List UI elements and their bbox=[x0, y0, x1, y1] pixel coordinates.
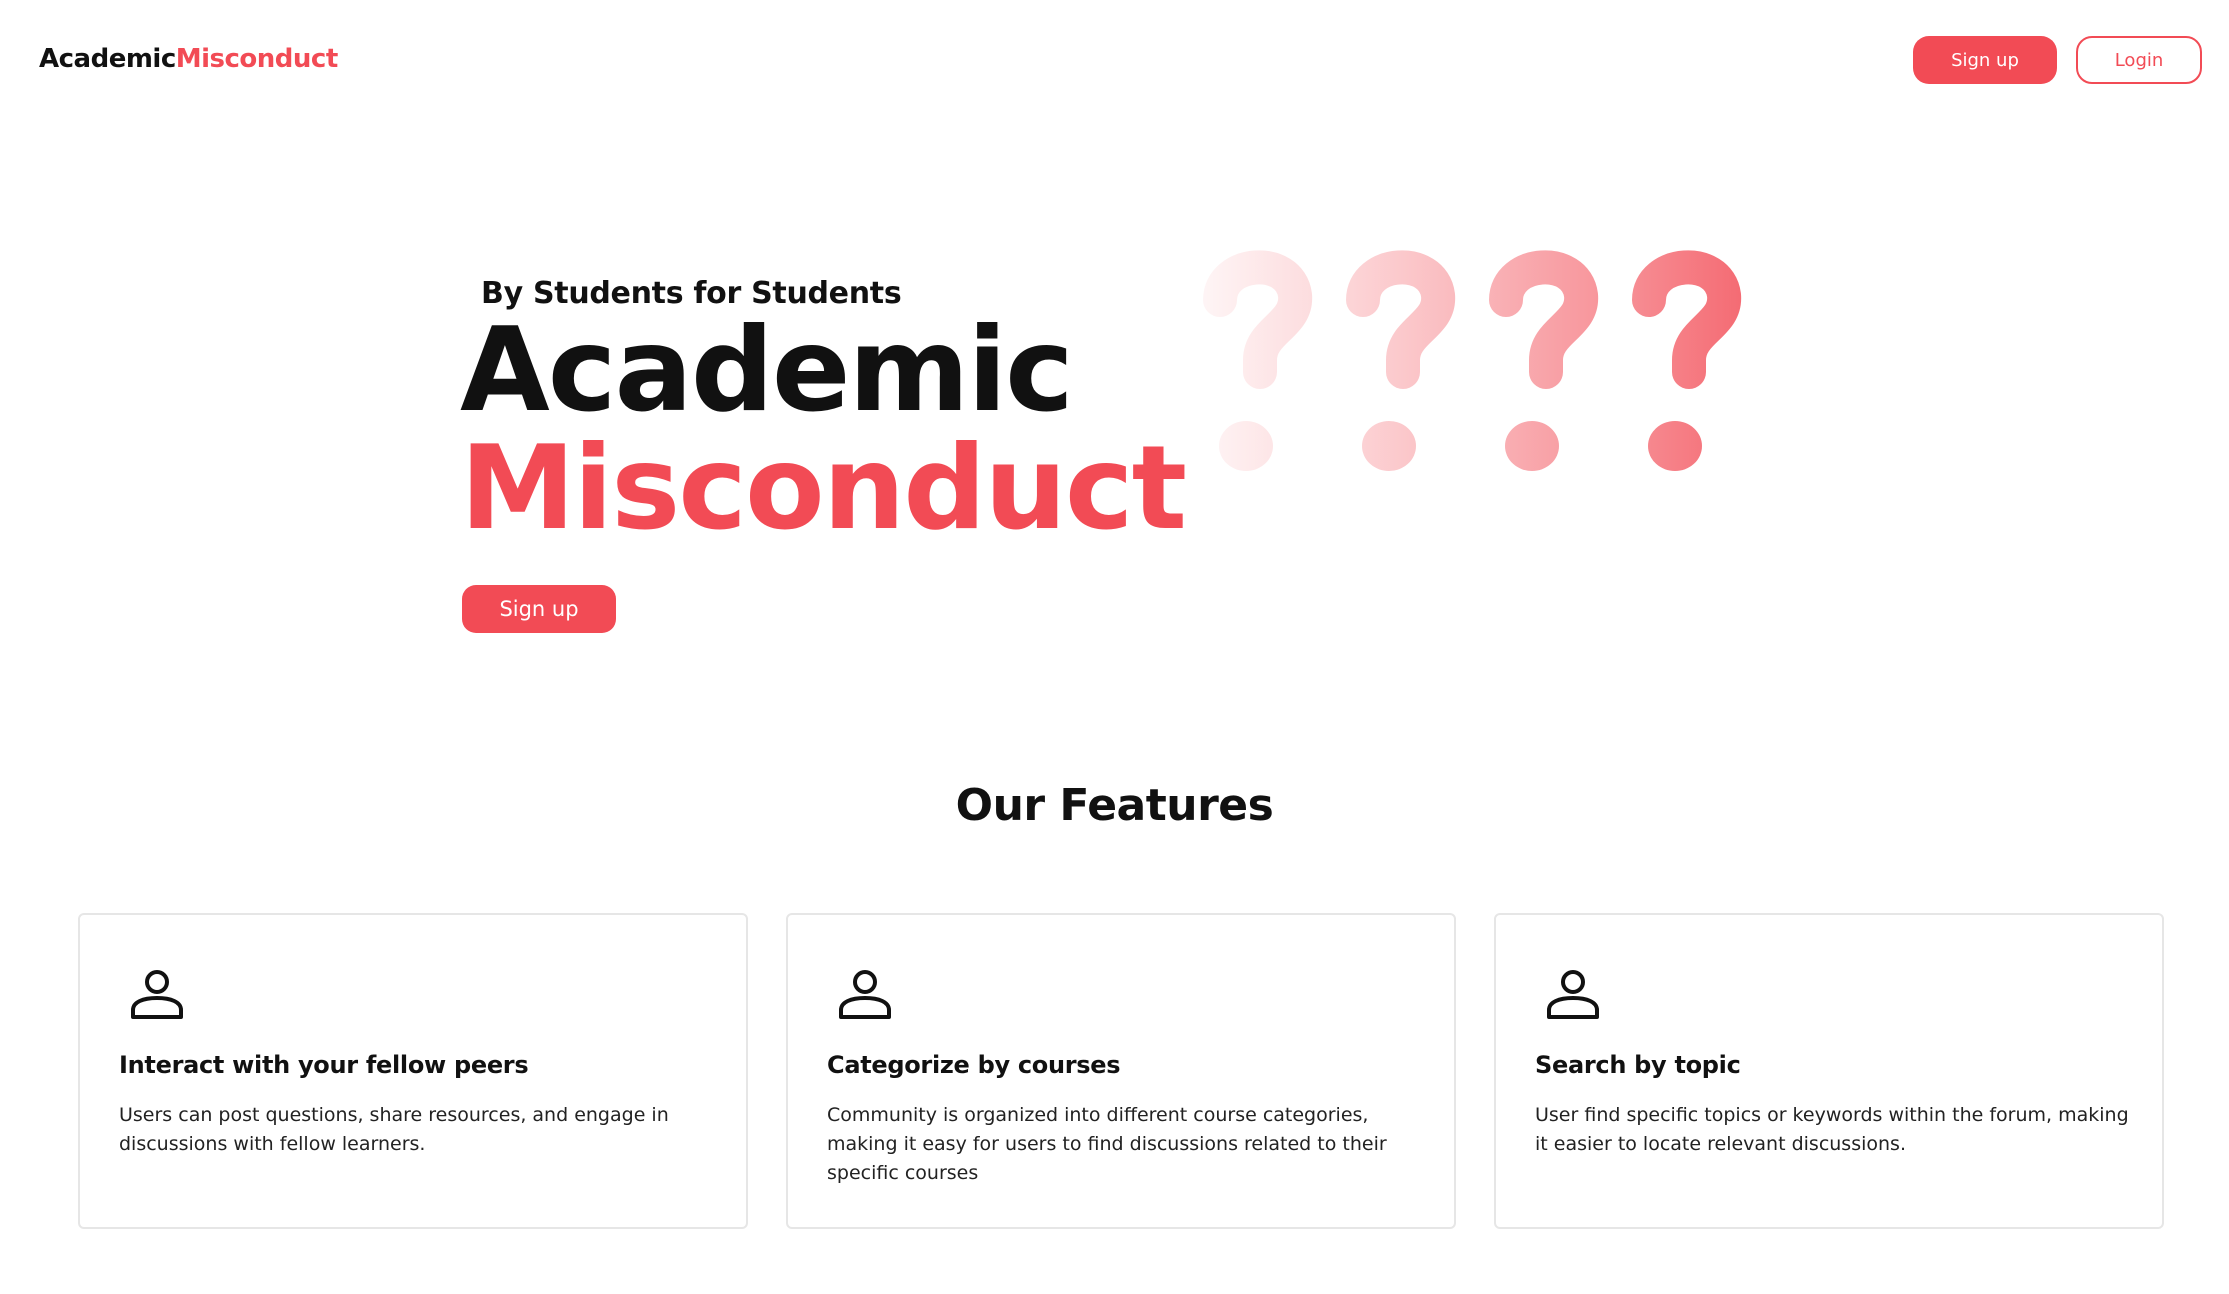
feature-card-title: Categorize by courses bbox=[827, 1051, 1121, 1079]
feature-card-description: Community is organized into different co… bbox=[827, 1104, 1387, 1184]
question-marks-decoration-icon bbox=[1203, 250, 1742, 471]
feature-card-description: User find specific topics or keywords wi… bbox=[1535, 1104, 2129, 1155]
hero-title-line1: Academic bbox=[460, 303, 1074, 438]
user-icon bbox=[1547, 970, 1599, 1019]
user-icon bbox=[839, 970, 891, 1019]
landing-page: AcademicMisconduct Sign up Login By Stud… bbox=[0, 0, 2229, 1294]
feature-card-search: Search by topic User find specific topic… bbox=[1494, 913, 2164, 1229]
question-mark-4-icon bbox=[1632, 250, 1742, 389]
brand-logo-part2: Misconduct bbox=[175, 44, 339, 74]
feature-card-title: Interact with your fellow peers bbox=[119, 1051, 529, 1079]
header-login-button[interactable]: Login bbox=[2076, 36, 2202, 84]
header-signup-button[interactable]: Sign up bbox=[1913, 36, 2057, 84]
user-icon bbox=[131, 970, 183, 1019]
feature-card-interact: Interact with your fellow peers Users ca… bbox=[78, 913, 748, 1229]
question-mark-2-icon bbox=[1346, 250, 1456, 389]
features-title: Our Features bbox=[955, 780, 1274, 831]
brand-logo[interactable]: AcademicMisconduct bbox=[39, 44, 338, 74]
feature-card-title: Search by topic bbox=[1535, 1051, 1741, 1079]
feature-card-categorize: Categorize by courses Community is organ… bbox=[786, 913, 1456, 1229]
hero-title-line2: Misconduct bbox=[460, 421, 1187, 556]
hero-signup-button[interactable]: Sign up bbox=[462, 585, 616, 633]
feature-card-description: Users can post questions, share resource… bbox=[119, 1104, 669, 1155]
question-mark-3-icon bbox=[1489, 250, 1599, 389]
question-mark-1-icon bbox=[1203, 250, 1313, 389]
brand-logo-part1: Academic bbox=[39, 44, 176, 74]
